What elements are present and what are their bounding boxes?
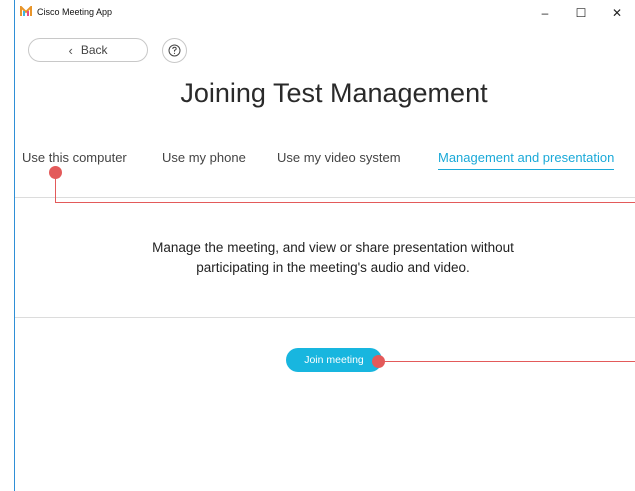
- join-meeting-button[interactable]: Join meeting: [286, 348, 382, 372]
- callout-line: [55, 202, 635, 203]
- window-border: [14, 0, 15, 491]
- back-button[interactable]: ‹ Back: [28, 38, 148, 62]
- maximize-button[interactable]: ☐: [563, 4, 599, 22]
- cisco-meeting-logo-icon: [20, 6, 32, 16]
- page-title: Joining Test Management: [180, 78, 488, 108]
- help-button[interactable]: [162, 38, 187, 63]
- back-button-label: Back: [80, 43, 108, 57]
- join-method-tabs: Use this computer Use my phone Use my vi…: [0, 150, 635, 174]
- tabs-divider: [15, 197, 635, 198]
- minimize-button[interactable]: –: [527, 4, 563, 22]
- tab-use-this-computer[interactable]: Use this computer: [22, 150, 127, 165]
- callout-line: [380, 361, 635, 362]
- title-bar: Cisco Meeting App: [20, 6, 112, 17]
- chevron-left-icon: ‹: [68, 42, 73, 58]
- tab-management-and-presentation[interactable]: Management and presentation: [438, 150, 615, 170]
- tab-use-my-video-system[interactable]: Use my video system: [277, 150, 401, 165]
- app-title: Cisco Meeting App: [37, 6, 113, 17]
- tab-use-my-phone[interactable]: Use my phone: [162, 150, 246, 165]
- description-line: participating in the meeting's audio and…: [196, 260, 470, 275]
- callout-line: [55, 172, 56, 203]
- content-divider: [15, 317, 635, 318]
- description-line: Manage the meeting, and view or share pr…: [152, 240, 514, 255]
- window-controls: – ☐ ✕: [527, 4, 635, 22]
- close-button[interactable]: ✕: [599, 4, 635, 22]
- mode-description: Manage the meeting, and view or share pr…: [110, 238, 556, 278]
- app-window: Cisco Meeting App – ☐ ✕ ‹ Back Joining T…: [0, 0, 635, 491]
- question-circle-icon: [168, 44, 181, 57]
